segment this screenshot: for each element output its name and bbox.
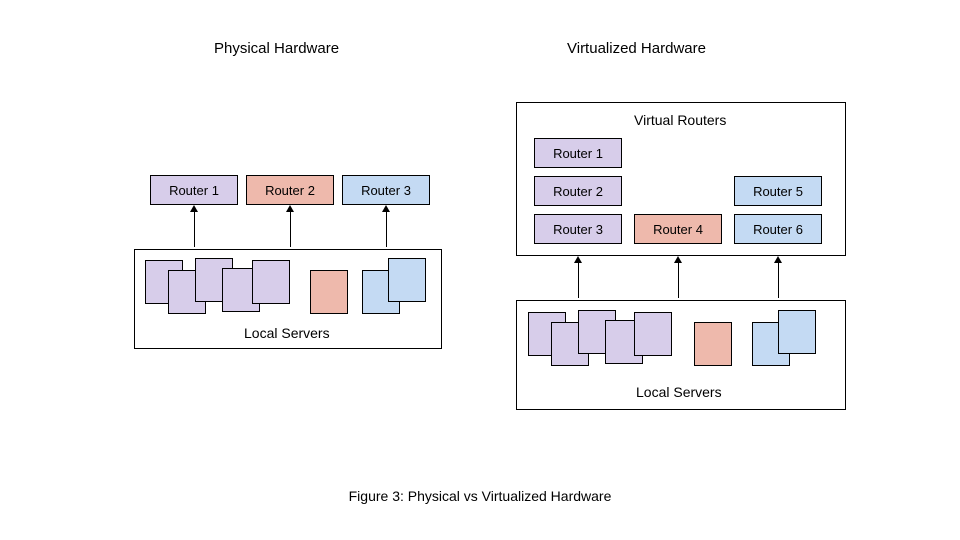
physical-server-block (310, 270, 348, 314)
physical-arrow-1 (194, 211, 195, 247)
physical-router-3: Router 3 (342, 175, 430, 205)
virtual-router-5: Router 5 (734, 176, 822, 206)
virtual-router-4: Router 4 (634, 214, 722, 244)
virtual-server-block (694, 322, 732, 366)
virtual-router-6: Router 6 (734, 214, 822, 244)
virtual-local-servers-label: Local Servers (636, 384, 722, 400)
physical-local-servers-label: Local Servers (244, 325, 330, 341)
physical-server-block (388, 258, 426, 302)
virtual-router-2: Router 2 (534, 176, 622, 206)
physical-title: Physical Hardware (214, 40, 339, 57)
physical-arrow-2 (290, 211, 291, 247)
virtual-arrow-2 (678, 262, 679, 298)
virtual-router-1: Router 1 (534, 138, 622, 168)
physical-arrow-3 (386, 211, 387, 247)
virtual-server-block (778, 310, 816, 354)
virtual-router-3: Router 3 (534, 214, 622, 244)
virtual-routers-label: Virtual Routers (634, 112, 726, 128)
virtual-arrow-3 (778, 262, 779, 298)
physical-router-2: Router 2 (246, 175, 334, 205)
physical-server-block (252, 260, 290, 304)
figure-caption: Figure 3: Physical vs Virtualized Hardwa… (0, 488, 960, 504)
physical-router-1: Router 1 (150, 175, 238, 205)
virtual-server-block (634, 312, 672, 356)
virtual-arrow-1 (578, 262, 579, 298)
virtualized-title: Virtualized Hardware (567, 40, 706, 57)
